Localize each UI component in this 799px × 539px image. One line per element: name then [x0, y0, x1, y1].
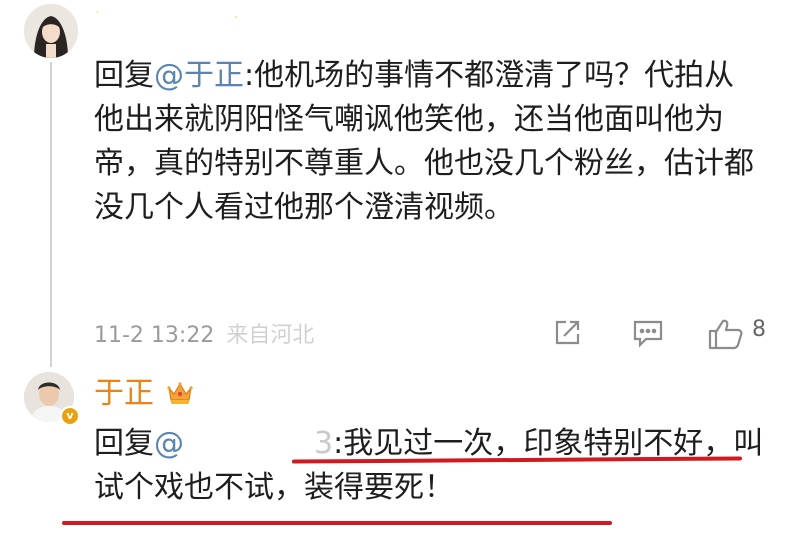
mention-link[interactable]: @	[154, 426, 184, 461]
commenter-avatar[interactable]	[24, 4, 78, 58]
reply-prefix: 回复	[94, 426, 154, 461]
comment-icon[interactable]	[632, 318, 664, 352]
thread-line	[50, 62, 52, 367]
crown-icon	[166, 378, 194, 410]
comment-time: 11-2 13:22	[94, 323, 215, 348]
like-icon[interactable]	[708, 318, 744, 354]
share-icon[interactable]	[552, 318, 582, 352]
blurred-username: ˙ ·	[94, 10, 239, 26]
verified-badge: v	[60, 406, 80, 426]
blurred-mention-tail: 3	[314, 426, 334, 461]
reply-username[interactable]: 于正	[94, 374, 154, 414]
mention-link[interactable]: @于正	[154, 58, 244, 93]
like-count: 8	[752, 317, 766, 342]
blurred-mention	[184, 429, 314, 460]
comment-location: 来自河北	[226, 323, 315, 348]
comment-body: 回复@于正:他机场的事情不都澄清了吗？代拍从他出来就阴阳怪气嘲讽他笑他，还当他面…	[94, 54, 764, 230]
red-underline	[62, 521, 612, 525]
reply-body: 回复@ 3:我见过一次，印象特别不好，叫试个戏也不试，装得要死！	[94, 422, 764, 510]
comment-meta: 11-2 13:22 来自河北	[94, 317, 314, 349]
reply-prefix: 回复	[94, 58, 154, 93]
